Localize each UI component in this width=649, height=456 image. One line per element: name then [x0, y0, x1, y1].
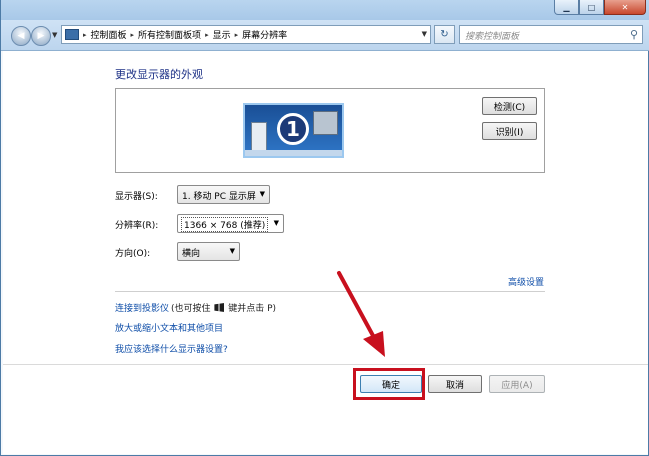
red-arrow-annotation-icon — [337, 271, 385, 357]
resolution-select[interactable]: 1366 × 768 (推荐) ▼ — [177, 214, 284, 233]
monitor-taskbar — [245, 150, 342, 156]
projector-shortcut-note: (也可按住 键并点击 P) — [171, 301, 276, 314]
forward-arrow-icon: ▶ — [37, 31, 45, 41]
detect-button[interactable]: 检测(C) — [482, 97, 537, 115]
breadcrumb-separator-icon: ▸ — [83, 30, 87, 39]
navigation-bar: ◀ ▶ ▼ ▸ 控制面板 ▸ 所有控制面板项 ▸ 显示 ▸ 屏幕分辨率 ▼ ↻ … — [1, 20, 649, 51]
refresh-icon: ↻ — [440, 29, 449, 40]
which-settings-link[interactable]: 我应该选择什么显示器设置? — [115, 342, 228, 355]
minimize-icon: ▁ — [563, 2, 570, 12]
search-icon[interactable]: ⚲ — [630, 28, 638, 41]
text-size-link[interactable]: 放大或缩小文本和其他项目 — [115, 321, 223, 334]
breadcrumb-all-items[interactable]: 所有控制面板项 — [138, 28, 201, 41]
monitor-preview-panel: 1 检测(C) 识别(I) — [115, 88, 545, 173]
resolution-label: 分辨率(R): — [115, 221, 159, 231]
breadcrumb-display[interactable]: 显示 — [213, 28, 231, 41]
breadcrumb-screen-resolution[interactable]: 屏幕分辨率 — [242, 28, 287, 41]
projector-note-after: 键并点击 P) — [228, 304, 277, 314]
maximize-button[interactable]: □ — [579, 0, 604, 15]
chevron-down-icon: ▼ — [229, 247, 235, 255]
window-controls: ▁ □ ✕ — [554, 0, 646, 16]
chevron-down-icon: ▼ — [273, 219, 279, 227]
monitor-window-thumbnail — [313, 111, 338, 135]
back-button[interactable]: ◀ — [11, 26, 31, 46]
advanced-settings-link[interactable]: 高级设置 — [508, 275, 544, 288]
display-select[interactable]: 1. 移动 PC 显示屏 ▼ — [177, 185, 270, 204]
main-content: 更改显示器的外观 1 检测(C) 识别(I) 显示器(S): 1. 移动 PC … — [3, 51, 648, 454]
ok-highlight-box — [353, 368, 425, 400]
maximize-icon: □ — [587, 2, 596, 12]
control-panel-icon — [65, 29, 79, 40]
orientation-label: 方向(O): — [115, 249, 151, 259]
apply-button[interactable]: 应用(A) — [489, 375, 545, 393]
breadcrumb-separator-icon: ▸ — [130, 30, 135, 39]
breadcrumb-separator-icon: ▸ — [234, 30, 239, 39]
forward-button[interactable]: ▶ — [31, 26, 51, 46]
monitor-icon[interactable]: 1 — [243, 103, 344, 158]
search-box[interactable]: 搜索控制面板 ⚲ — [459, 25, 643, 44]
arrow-head — [363, 331, 385, 357]
chevron-down-icon: ▼ — [259, 190, 265, 198]
cancel-button[interactable]: 取消 — [428, 375, 482, 393]
address-bar[interactable]: ▸ 控制面板 ▸ 所有控制面板项 ▸ 显示 ▸ 屏幕分辨率 ▼ — [61, 25, 431, 44]
refresh-button[interactable]: ↻ — [434, 25, 455, 44]
monitor-number-badge: 1 — [277, 113, 309, 145]
divider — [115, 291, 545, 292]
search-placeholder: 搜索控制面板 — [465, 32, 520, 42]
display-select-value: 1. 移动 PC 显示屏 — [182, 192, 256, 202]
resolution-select-value: 1366 × 768 (推荐) — [181, 217, 269, 232]
footer-divider — [3, 364, 648, 365]
breadcrumb-separator-icon: ▸ — [205, 30, 209, 39]
address-dropdown-icon[interactable]: ▼ — [422, 30, 427, 38]
title-bar: ▁ □ ✕ — [1, 0, 649, 20]
arrow-shaft — [337, 271, 379, 345]
display-label: 显示器(S): — [115, 192, 158, 202]
control-panel-window: ▁ □ ✕ ◀ ▶ ▼ ▸ 控制面板 ▸ 所有控制面板项 ▸ 显示 ▸ 屏幕分辨… — [0, 0, 649, 456]
close-icon: ✕ — [621, 2, 629, 12]
back-arrow-icon: ◀ — [17, 31, 25, 41]
recent-pages-dropdown-icon[interactable]: ▼ — [52, 31, 57, 39]
identify-button[interactable]: 识别(I) — [482, 122, 537, 140]
orientation-select-value: 横向 — [182, 249, 201, 259]
projector-note-before: (也可按住 — [171, 304, 211, 314]
windows-key-icon — [214, 303, 225, 312]
monitor-window-thumbnail — [251, 122, 267, 152]
orientation-select[interactable]: 横向 ▼ — [177, 242, 240, 261]
minimize-button[interactable]: ▁ — [554, 0, 579, 15]
page-title: 更改显示器的外观 — [115, 68, 203, 81]
connect-projector-link[interactable]: 连接到投影仪 — [115, 301, 169, 314]
breadcrumb-control-panel[interactable]: 控制面板 — [91, 28, 127, 41]
close-button[interactable]: ✕ — [604, 0, 646, 15]
